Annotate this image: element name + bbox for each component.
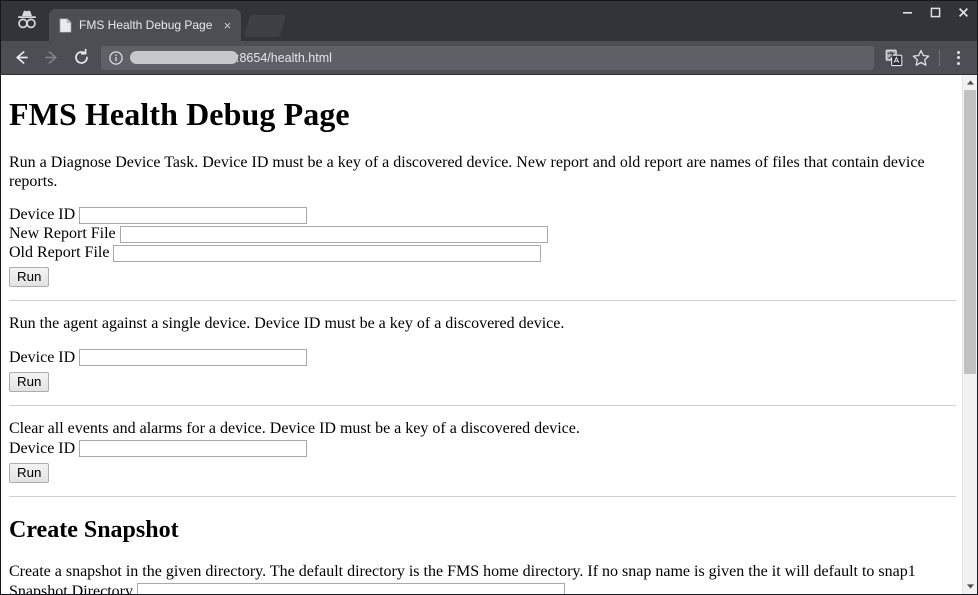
- translate-icon[interactable]: [881, 45, 907, 71]
- close-window-button[interactable]: [949, 1, 977, 23]
- run-button-clear[interactable]: Run: [9, 462, 50, 484]
- url-visible-part: :8654/health.html: [236, 50, 332, 65]
- page-icon: [59, 17, 72, 33]
- run-agent-description: Run the agent against a single device. D…: [9, 315, 565, 333]
- redacted-hostname: [130, 51, 238, 64]
- close-icon[interactable]: ×: [219, 17, 235, 33]
- scrollbar-thumb[interactable]: [964, 90, 976, 374]
- window-controls: [893, 1, 977, 23]
- three-dot-menu-icon[interactable]: [945, 45, 971, 71]
- label-new-report-file: New Report File: [9, 225, 116, 243]
- back-icon[interactable]: [7, 44, 35, 72]
- star-icon[interactable]: [908, 45, 934, 71]
- field-row-device-id-clear: Device ID: [9, 440, 956, 458]
- input-device-id-agent[interactable]: [79, 349, 308, 367]
- tab-strip: FMS Health Debug Page ×: [1, 1, 977, 41]
- browser-toolbar: :8654/health.html: [1, 41, 977, 74]
- input-new-report-file[interactable]: [119, 225, 548, 243]
- info-circle-icon[interactable]: [109, 50, 123, 65]
- forward-icon: [37, 44, 65, 72]
- scroll-down-icon[interactable]: [963, 579, 977, 594]
- label-old-report-file: Old Report File: [9, 244, 110, 262]
- label-device-id: Device ID: [9, 348, 76, 366]
- input-snapshot-directory[interactable]: [136, 583, 565, 594]
- label-device-id: Device ID: [9, 439, 76, 457]
- minimize-button[interactable]: [893, 1, 921, 23]
- input-device-id-diagnose[interactable]: [79, 206, 308, 224]
- page-content: FMS Health Debug Page Run a Diagnose Dev…: [1, 75, 964, 594]
- input-device-id-clear[interactable]: [79, 440, 308, 458]
- scrollbar-track[interactable]: [963, 90, 977, 579]
- create-snapshot-heading: Create Snapshot: [9, 517, 179, 544]
- section-divider-1: [9, 300, 956, 302]
- maximize-button[interactable]: [921, 1, 949, 23]
- input-old-report-file[interactable]: [113, 244, 542, 262]
- tab-fms-health-debug-page[interactable]: FMS Health Debug Page ×: [49, 9, 242, 41]
- tab-title: FMS Health Debug Page: [79, 18, 213, 32]
- label-snapshot-directory: Snapshot Directory: [9, 582, 133, 594]
- reload-icon[interactable]: [67, 44, 95, 72]
- vertical-scrollbar[interactable]: [962, 75, 977, 594]
- field-row-snapshot-directory: Snapshot Directory: [9, 583, 956, 594]
- field-row-device-id-diagnose: Device ID: [9, 206, 956, 224]
- browser-window: FMS Health Debug Page ×:8654/health.htm…: [0, 0, 978, 595]
- run-button-diagnose[interactable]: Run: [9, 267, 50, 288]
- label-device-id: Device ID: [9, 206, 76, 224]
- new-tab-button[interactable]: [244, 15, 287, 37]
- toolbar-actions: [881, 45, 971, 71]
- scroll-up-icon[interactable]: [963, 75, 977, 90]
- toolbar-divider: [939, 49, 940, 66]
- diagnose-description: Run a Diagnose Device Task. Device ID mu…: [9, 154, 925, 190]
- incognito-icon: [5, 1, 49, 41]
- snapshot-description: Create a snapshot in the given directory…: [9, 563, 916, 581]
- clear-events-description: Clear all events and alarms for a device…: [9, 420, 580, 438]
- page-title: FMS Health Debug Page: [9, 96, 350, 132]
- field-row-new-report-file: New Report File: [9, 225, 956, 243]
- section-divider-3: [9, 496, 956, 498]
- section-divider-2: [9, 405, 956, 407]
- field-row-old-report-file: Old Report File: [9, 244, 956, 262]
- run-button-agent[interactable]: Run: [9, 371, 50, 393]
- address-bar[interactable]: :8654/health.html: [101, 45, 874, 70]
- page-viewport: FMS Health Debug Page Run a Diagnose Dev…: [1, 74, 977, 594]
- field-row-device-id-agent: Device ID: [9, 349, 956, 367]
- url-text: :8654/health.html: [130, 51, 332, 65]
